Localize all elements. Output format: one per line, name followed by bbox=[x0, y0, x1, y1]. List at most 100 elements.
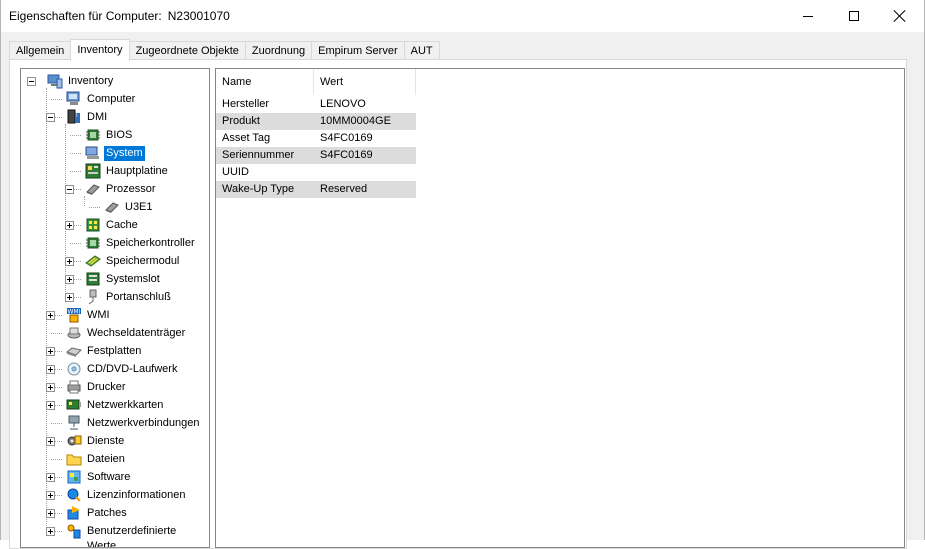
cell-value: Reserved bbox=[314, 181, 416, 198]
memory-icon bbox=[85, 253, 101, 269]
cell-name: Seriennummer bbox=[216, 147, 314, 164]
tree-item-cache[interactable]: Cache bbox=[104, 218, 140, 233]
expand-toggle[interactable] bbox=[46, 491, 55, 500]
expand-toggle[interactable] bbox=[65, 275, 74, 284]
chip-icon bbox=[85, 127, 101, 143]
expand-toggle[interactable] bbox=[65, 221, 74, 230]
tree-item-u3e1[interactable]: U3E1 bbox=[123, 200, 155, 215]
services-icon bbox=[66, 433, 82, 449]
expand-toggle[interactable] bbox=[46, 527, 55, 536]
tab-allgemein[interactable]: Allgemein bbox=[9, 41, 72, 60]
collapse-toggle[interactable] bbox=[65, 185, 74, 194]
expand-toggle[interactable] bbox=[46, 509, 55, 518]
table-row[interactable]: UUID bbox=[216, 164, 416, 181]
table-row[interactable]: Hersteller LENOVO bbox=[216, 96, 416, 113]
minimize-icon bbox=[803, 15, 813, 17]
close-button[interactable] bbox=[877, 0, 923, 32]
collapse-toggle[interactable] bbox=[27, 77, 36, 86]
expand-toggle[interactable] bbox=[46, 401, 55, 410]
tree-item-system[interactable]: System bbox=[104, 146, 145, 161]
tab-aut[interactable]: AUT bbox=[403, 41, 440, 60]
tree-connector bbox=[70, 153, 81, 154]
properties-window: Eigenschaften für Computer: N23001070 All… bbox=[0, 0, 925, 549]
tab-inventory[interactable]: Inventory bbox=[70, 39, 130, 61]
cell-name: Asset Tag bbox=[222, 132, 271, 144]
title-bar[interactable]: Eigenschaften für Computer: N23001070 bbox=[1, 0, 924, 32]
tree-item-software[interactable]: Software bbox=[85, 470, 132, 485]
folder-icon bbox=[66, 451, 82, 467]
software-icon bbox=[66, 469, 82, 485]
tab-zuordnung[interactable]: Zuordnung bbox=[244, 41, 313, 60]
removable-drive-icon bbox=[66, 325, 82, 341]
expand-toggle[interactable] bbox=[65, 257, 74, 266]
tree-connector bbox=[70, 135, 81, 136]
tree-item-patches[interactable]: Patches bbox=[85, 506, 129, 521]
expand-toggle[interactable] bbox=[46, 311, 55, 320]
tree-item-speicherkontroller[interactable]: Speicherkontroller bbox=[104, 236, 197, 251]
chip-icon bbox=[85, 235, 101, 251]
tree-item-speichermodul[interactable]: Speichermodul bbox=[104, 254, 181, 269]
wmi-icon: WMI bbox=[66, 307, 82, 323]
close-icon bbox=[894, 10, 906, 22]
table-row[interactable]: Wake-Up Type Reserved bbox=[216, 181, 416, 198]
computer-icon bbox=[66, 91, 82, 107]
tree-item-festplatten[interactable]: Festplatten bbox=[85, 344, 143, 359]
tree-item-drucker[interactable]: Drucker bbox=[85, 380, 128, 395]
maximize-button[interactable] bbox=[831, 0, 877, 32]
tree-item-wechseldatenträger[interactable]: Wechseldatenträger bbox=[85, 326, 187, 341]
maximize-icon bbox=[849, 11, 859, 21]
tab-zugeordnete-objekte[interactable]: Zugeordnete Objekte bbox=[128, 41, 246, 60]
cache-icon bbox=[85, 217, 101, 233]
tree-item-inventory[interactable]: Inventory bbox=[66, 74, 115, 89]
title-computer-name: N23001070 bbox=[167, 9, 230, 23]
tree-item-dateien[interactable]: Dateien bbox=[85, 452, 127, 467]
tree-connector bbox=[51, 459, 62, 460]
expand-toggle[interactable] bbox=[46, 437, 55, 446]
expand-toggle[interactable] bbox=[46, 383, 55, 392]
expand-toggle[interactable] bbox=[46, 347, 55, 356]
expand-toggle[interactable] bbox=[46, 365, 55, 374]
tree-item-netzwerkkarten[interactable]: Netzwerkkarten bbox=[85, 398, 165, 413]
table-row[interactable]: Asset Tag S4FC0169 bbox=[216, 130, 416, 147]
tree-item-hauptplatine[interactable]: Hauptplatine bbox=[104, 164, 170, 179]
cell-value: S4FC0169 bbox=[314, 147, 416, 164]
minimize-button[interactable] bbox=[785, 0, 831, 32]
inventory-icon bbox=[47, 73, 63, 89]
column-header-name[interactable]: Name bbox=[216, 69, 314, 95]
license-icon bbox=[66, 487, 82, 503]
tree-item-lizenzinformationen[interactable]: Lizenzinformationen bbox=[85, 488, 187, 503]
cell-value bbox=[314, 164, 416, 181]
expand-toggle[interactable] bbox=[46, 473, 55, 482]
tree-item-computer[interactable]: Computer bbox=[85, 92, 137, 107]
tree-connector bbox=[83, 196, 85, 206]
expand-toggle[interactable] bbox=[65, 293, 74, 302]
patches-icon bbox=[66, 505, 82, 521]
cell-name: Produkt bbox=[216, 113, 314, 130]
svg-text:WMI: WMI bbox=[68, 309, 81, 316]
tree-item-cd-dvd-laufwerk[interactable]: CD/DVD-Laufwerk bbox=[85, 362, 179, 377]
property-list[interactable]: Name Wert Hersteller LENOVO Produkt 10MM000… bbox=[215, 68, 905, 548]
title-label: Eigenschaften für Computer: bbox=[9, 9, 162, 23]
inventory-tree[interactable]: Inventory Computer i DMI BIOS System Hauptplat… bbox=[20, 68, 210, 548]
table-row[interactable]: Seriennummer S4FC0169 bbox=[216, 147, 416, 164]
tree-item-benutzerdefinierte-werte[interactable]: Benutzerdefinierte Werte bbox=[85, 524, 209, 547]
cell-value: LENOVO bbox=[320, 98, 366, 110]
table-row[interactable]: Produkt 10MM0004GE bbox=[216, 113, 416, 130]
tab-empirum-server[interactable]: Empirum Server bbox=[311, 41, 405, 60]
tree-item-bios[interactable]: BIOS bbox=[104, 128, 134, 143]
network-card-icon bbox=[66, 397, 82, 413]
tree-item-dmi[interactable]: DMI bbox=[85, 110, 109, 125]
cell-name: Wake-Up Type bbox=[216, 181, 314, 198]
collapse-toggle[interactable] bbox=[46, 113, 55, 122]
column-header-value[interactable]: Wert bbox=[314, 69, 416, 95]
tree-item-prozessor[interactable]: Prozessor bbox=[104, 182, 158, 197]
tree-item-systemslot[interactable]: Systemslot bbox=[104, 272, 162, 287]
tree-item-netzwerkverbindungen[interactable]: Netzwerkverbindungen bbox=[85, 416, 202, 431]
dmi-icon: i bbox=[66, 109, 82, 125]
cell-value: S4FC0169 bbox=[320, 132, 373, 144]
network-connection-icon bbox=[66, 415, 82, 431]
tree-item-wmi[interactable]: WMI bbox=[85, 308, 112, 323]
tree-item-portanschluß[interactable]: Portanschluß bbox=[104, 290, 173, 305]
system-icon bbox=[85, 145, 101, 161]
tree-item-dienste[interactable]: Dienste bbox=[85, 434, 126, 449]
